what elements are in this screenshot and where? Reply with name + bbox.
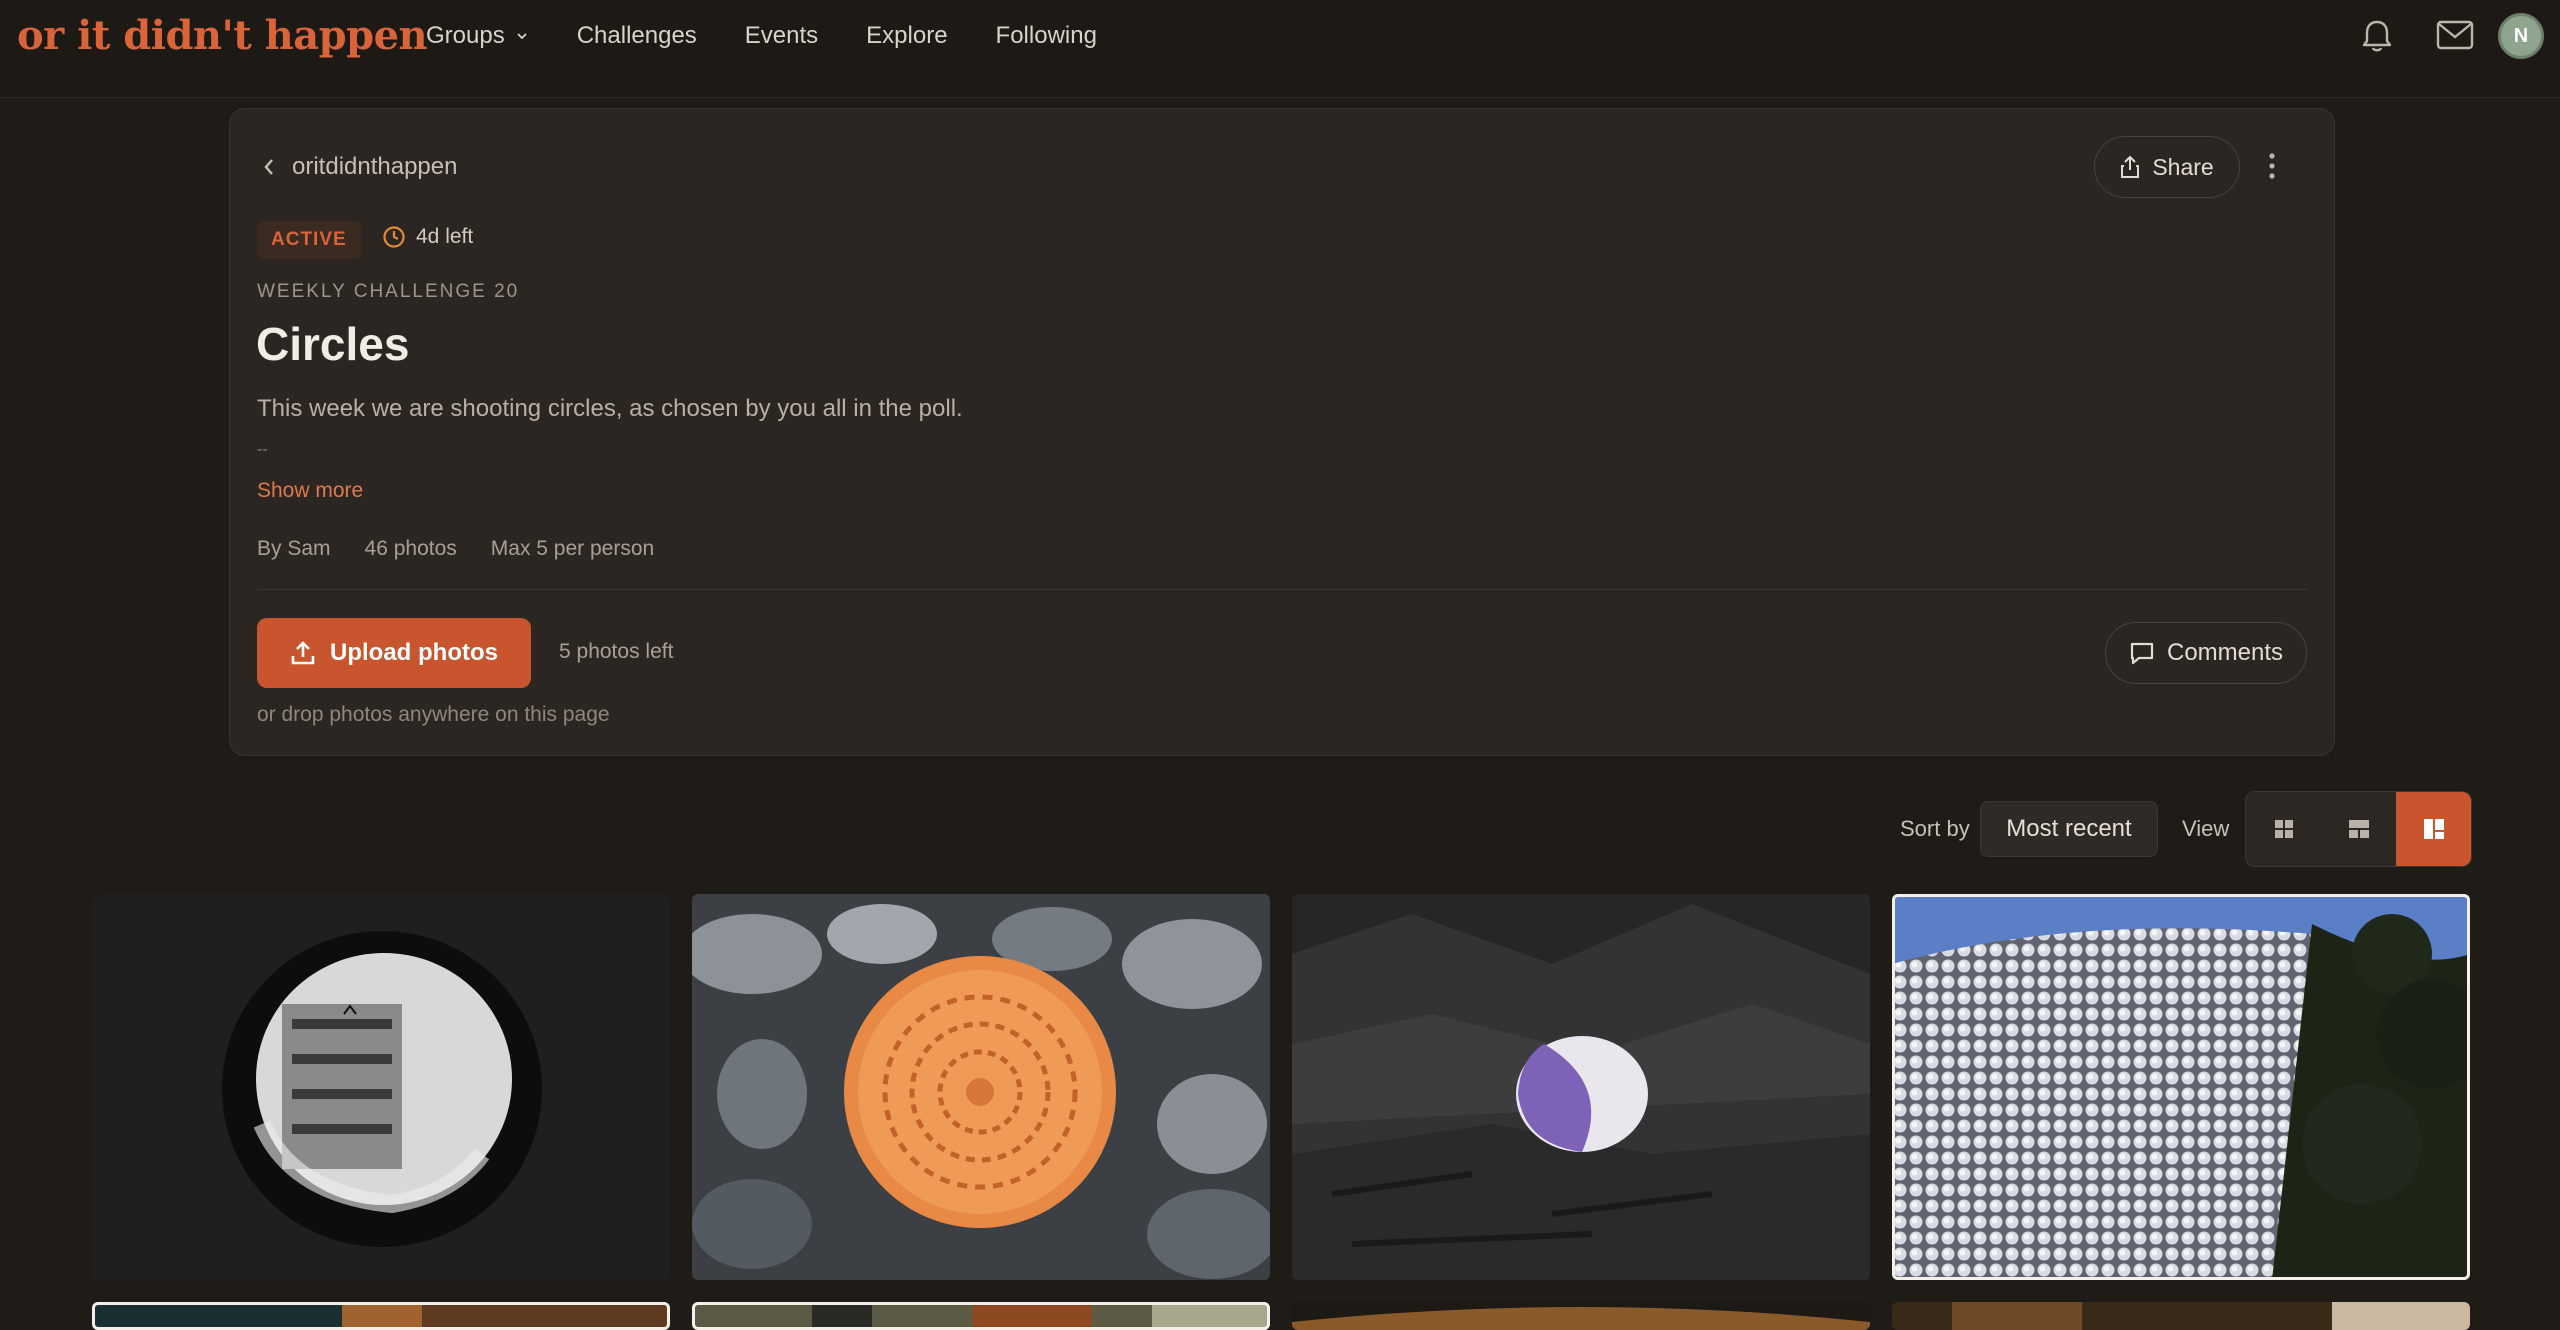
mail-icon[interactable] — [2436, 20, 2474, 50]
site-logo[interactable]: or it didn't happen — [17, 12, 428, 59]
photo-tile[interactable] — [1892, 894, 2470, 1280]
photo-image — [692, 894, 1270, 1280]
photo-tile[interactable] — [92, 1302, 670, 1330]
grid-view-button[interactable] — [2246, 792, 2321, 866]
sort-select[interactable]: Most recent — [1980, 801, 2158, 857]
challenge-meta: By Sam 46 photos Max 5 per person — [257, 537, 688, 561]
photo-tile[interactable] — [692, 1302, 1270, 1330]
upload-icon — [291, 641, 315, 665]
share-button-label: Share — [2152, 153, 2214, 180]
meta-max-per-person: Max 5 per person — [490, 537, 655, 560]
photo-image — [1292, 1302, 1870, 1330]
rows-icon — [2348, 820, 2369, 838]
grid-icon — [2274, 820, 2293, 838]
nav-following[interactable]: Following — [996, 22, 1097, 50]
status-badge: ACTIVE — [257, 221, 361, 259]
photo-tile[interactable] — [1292, 1302, 1870, 1330]
photo-image — [92, 1302, 670, 1330]
more-options-icon[interactable] — [2267, 151, 2277, 181]
upload-photos-button[interactable]: Upload photos — [257, 618, 531, 688]
bell-icon[interactable] — [2360, 18, 2394, 54]
challenge-description: This week we are shooting circles, as ch… — [257, 395, 963, 422]
chevron-left-icon — [264, 159, 273, 175]
comments-label: Comments — [2166, 639, 2284, 666]
row-view-button[interactable] — [2321, 792, 2396, 866]
top-nav: or it didn't happen Groups Challenges Ev… — [0, 0, 2560, 98]
comment-icon — [2130, 642, 2154, 665]
photo-image — [1892, 1302, 2470, 1330]
page-title: Circles — [256, 318, 410, 370]
share-button[interactable]: Share — [2094, 136, 2240, 198]
photo-image — [1292, 894, 1870, 1280]
nav-groups[interactable]: Groups — [426, 22, 529, 50]
description-continued: -- — [257, 441, 268, 458]
nav-groups-label: Groups — [426, 22, 505, 49]
time-left-label: 4d left — [416, 225, 474, 248]
nav-links: Groups Challenges Events Explore Followi… — [426, 22, 1145, 50]
time-left: 4d left — [382, 225, 473, 249]
masonry-view-button[interactable] — [2396, 792, 2471, 866]
photo-image — [1892, 894, 2470, 1280]
chevron-down-icon — [517, 33, 527, 40]
back-link-label: oritdidnthappen — [292, 153, 458, 180]
share-icon — [2121, 155, 2140, 178]
nav-explore[interactable]: Explore — [866, 22, 947, 50]
meta-photo-count: 46 photos — [364, 537, 457, 560]
show-more-link[interactable]: Show more — [257, 479, 363, 503]
view-toggle — [2245, 791, 2472, 867]
photo-image — [692, 1302, 1270, 1330]
challenge-kicker: WEEKLY CHALLENGE 20 — [257, 281, 520, 302]
challenge-card: oritdidnthappen Share ACTIVE 4d left WEE… — [229, 108, 2335, 756]
back-link[interactable]: oritdidnthappen — [262, 153, 457, 181]
nav-events[interactable]: Events — [745, 22, 818, 50]
photos-left: 5 photos left — [559, 640, 674, 663]
nav-challenges[interactable]: Challenges — [577, 22, 697, 50]
upload-photos-label: Upload photos — [330, 639, 498, 666]
photo-tile[interactable] — [1892, 1302, 2470, 1330]
drop-hint: or drop photos anywhere on this page — [257, 703, 610, 726]
photo-image — [92, 894, 670, 1280]
divider — [257, 589, 2307, 590]
masonry-icon — [2423, 819, 2444, 839]
photo-tile[interactable] — [92, 894, 670, 1280]
photo-tile[interactable] — [692, 894, 1270, 1280]
clock-icon — [383, 226, 405, 248]
sort-label: Sort by — [1900, 816, 1970, 841]
photo-tile[interactable] — [1292, 894, 1870, 1280]
meta-author[interactable]: By Sam — [257, 537, 331, 561]
comments-button[interactable]: Comments — [2105, 622, 2307, 684]
view-label: View — [2182, 816, 2230, 841]
avatar[interactable]: N — [2498, 13, 2544, 59]
